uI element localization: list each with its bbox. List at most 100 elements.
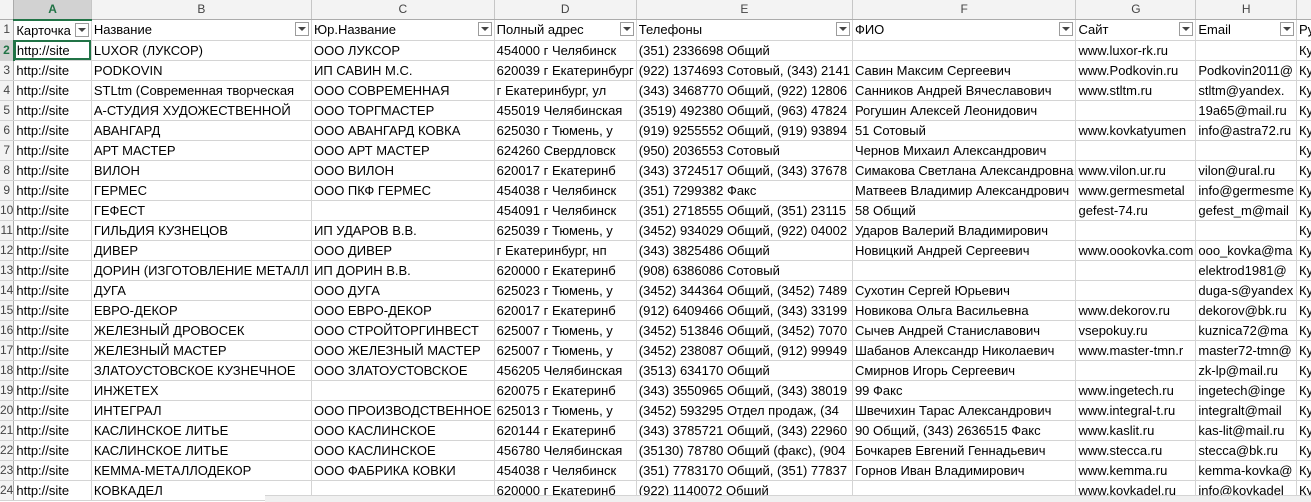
column-header-e[interactable]: E bbox=[636, 0, 853, 20]
cell[interactable]: ООО КАСЛИНСКОЕ bbox=[311, 440, 495, 461]
cell[interactable]: Кузницы, литейные мастерские bbox=[1296, 320, 1311, 341]
cell[interactable]: (3513) 634170 Общий bbox=[636, 360, 853, 381]
cell[interactable]: 454038 г Челябинск bbox=[494, 180, 637, 201]
cell[interactable]: zk-lp@mail.ru bbox=[1195, 360, 1297, 381]
cell[interactable]: ДОРИН (ИЗГОТОВЛЕНИЕ МЕТАЛЛ bbox=[91, 260, 312, 281]
cell[interactable]: 625039 г Тюмень, у bbox=[494, 220, 637, 241]
cell[interactable]: STLtm (Современная творческая bbox=[91, 80, 312, 101]
cell[interactable]: 620075 г Екатеринб bbox=[494, 380, 637, 401]
row-header[interactable]: 14 bbox=[0, 280, 15, 301]
cell[interactable]: 454000 г Челябинск bbox=[494, 40, 637, 61]
cell[interactable]: ИП ДОРИН В.В. bbox=[311, 260, 495, 281]
cell[interactable]: ИП УДАРОВ В.В. bbox=[311, 220, 495, 241]
cell[interactable]: КАСЛИНСКОЕ ЛИТЬЕ bbox=[91, 420, 312, 441]
horizontal-scrollbar[interactable] bbox=[265, 495, 1311, 502]
cell[interactable]: ИНТЕГРАЛ bbox=[91, 400, 312, 421]
cell[interactable]: ООО СОВРЕМЕННАЯ bbox=[311, 80, 495, 101]
cell[interactable]: www.Podkovin.ru bbox=[1075, 60, 1197, 81]
cell[interactable]: Кузницы, литейные мастерские bbox=[1296, 120, 1311, 141]
cell[interactable]: 620017 г Екатеринб bbox=[494, 160, 637, 181]
cell[interactable]: Кузницы, литейные мастерские bbox=[1296, 200, 1311, 221]
cell[interactable] bbox=[1075, 220, 1197, 241]
row-header[interactable]: 19 bbox=[0, 380, 15, 401]
cell[interactable]: 625023 г Тюмень, у bbox=[494, 280, 637, 301]
cell[interactable] bbox=[311, 380, 495, 401]
cell[interactable]: ООО ЗЛАТОУСТОВСКОЕ bbox=[311, 360, 495, 381]
cell[interactable]: АВАНГАРД bbox=[91, 120, 312, 141]
field-header-cell[interactable]: ФИО bbox=[852, 19, 1077, 41]
cell[interactable]: ЖЕЛЕЗНЫЙ МАСТЕР bbox=[91, 340, 312, 361]
cell[interactable]: master72-tmn@ bbox=[1195, 340, 1297, 361]
row-header[interactable]: 9 bbox=[0, 180, 15, 201]
cell[interactable]: www.stltm.ru bbox=[1075, 80, 1197, 101]
cell[interactable]: ООО СТРОЙТОРГИНВЕСТ bbox=[311, 320, 495, 341]
cell[interactable]: (3452) 593295 Отдел продаж, (34 bbox=[636, 400, 853, 421]
cell[interactable]: http://site bbox=[13, 80, 92, 101]
cell[interactable]: ООО ПРОИЗВОДСТВЕННОЕ bbox=[311, 400, 495, 421]
cell[interactable] bbox=[852, 260, 1077, 281]
cell[interactable]: info@germesme bbox=[1195, 180, 1297, 201]
cell[interactable]: ЖЕЛЕЗНЫЙ ДРОВОСЕК bbox=[91, 320, 312, 341]
cell[interactable]: http://site bbox=[13, 60, 92, 81]
cell[interactable]: Кузницы, литейные мастерские bbox=[1296, 340, 1311, 361]
cell[interactable]: Санников Андрей Вячеславович bbox=[852, 80, 1077, 101]
cell[interactable]: ООО АРТ МАСТЕР bbox=[311, 140, 495, 161]
cell[interactable] bbox=[1075, 100, 1197, 121]
row-header[interactable]: 21 bbox=[0, 420, 15, 441]
column-header-i[interactable]: I bbox=[1296, 0, 1311, 20]
row-header[interactable]: 8 bbox=[0, 160, 15, 181]
cell[interactable]: (343) 3468770 Общий, (922) 12806 bbox=[636, 80, 853, 101]
cell[interactable]: kuznica72@ma bbox=[1195, 320, 1297, 341]
cell[interactable]: http://site bbox=[13, 400, 92, 421]
row-header[interactable]: 20 bbox=[0, 400, 15, 421]
cell[interactable] bbox=[1075, 260, 1197, 281]
cell[interactable]: ГЕФЕСТ bbox=[91, 200, 312, 221]
cell[interactable]: http://site bbox=[13, 140, 92, 161]
cell[interactable]: duga-s@yandex bbox=[1195, 280, 1297, 301]
row-header[interactable]: 23 bbox=[0, 460, 15, 481]
cell[interactable]: 625007 г Тюмень, у bbox=[494, 320, 637, 341]
cell[interactable]: ooo_kovka@ma bbox=[1195, 240, 1297, 261]
cell[interactable]: ООО ЕВРО-ДЕКОР bbox=[311, 300, 495, 321]
cell[interactable]: http://site bbox=[13, 100, 92, 121]
cell[interactable]: http://site bbox=[13, 300, 92, 321]
cell[interactable] bbox=[1195, 140, 1297, 161]
cell[interactable]: Podkovin2011@ bbox=[1195, 60, 1297, 81]
cell[interactable]: 625013 г Тюмень, у bbox=[494, 400, 637, 421]
row-header[interactable]: 15 bbox=[0, 300, 15, 321]
cell[interactable]: http://site bbox=[13, 120, 92, 141]
filter-dropdown-icon[interactable] bbox=[74, 22, 89, 37]
row-header[interactable]: 11 bbox=[0, 220, 15, 241]
cell[interactable]: ООО ДИВЕР bbox=[311, 240, 495, 261]
cell[interactable]: Шабанов Александр Николаевич bbox=[852, 340, 1077, 361]
cell[interactable]: (919) 9255552 Общий, (919) 93894 bbox=[636, 120, 853, 141]
cell[interactable]: 90 Общий, (343) 2636515 Факс bbox=[852, 420, 1077, 441]
cell[interactable]: stecca@bk.ru bbox=[1195, 440, 1297, 461]
cell[interactable]: ООО ФАБРИКА КОВКИ bbox=[311, 460, 495, 481]
cell[interactable]: Кузницы, литейные мастерские bbox=[1296, 420, 1311, 441]
cell[interactable]: http://site bbox=[13, 420, 92, 441]
cell[interactable]: http://site bbox=[13, 480, 92, 501]
row-header[interactable]: 24 bbox=[0, 480, 15, 501]
cell[interactable]: vsepokuy.ru bbox=[1075, 320, 1197, 341]
column-header-a[interactable]: A bbox=[13, 0, 92, 21]
field-header-cell[interactable]: Email bbox=[1195, 19, 1297, 41]
cell[interactable]: Новицкий Андрей Сергеевич bbox=[852, 240, 1077, 261]
row-header[interactable]: 7 bbox=[0, 140, 15, 161]
cell[interactable]: (3452) 344364 Общий, (3452) 7489 bbox=[636, 280, 853, 301]
filter-dropdown-icon[interactable] bbox=[294, 22, 309, 36]
cell[interactable]: 455019 Челябинская bbox=[494, 100, 637, 121]
row-header[interactable]: 17 bbox=[0, 340, 15, 361]
cell[interactable]: Швечихин Тарас Александрович bbox=[852, 400, 1077, 421]
cell[interactable]: http://site bbox=[13, 280, 92, 301]
cell[interactable]: Бочкарев Евгений Геннадьевич bbox=[852, 440, 1077, 461]
cell[interactable]: www.integral-t.ru bbox=[1075, 400, 1197, 421]
cell[interactable]: www.luxor-rk.ru bbox=[1075, 40, 1197, 61]
cell[interactable]: 58 Общий bbox=[852, 200, 1077, 221]
cell[interactable]: 624260 Свердловск bbox=[494, 140, 637, 161]
cell[interactable]: ДУГА bbox=[91, 280, 312, 301]
cell[interactable]: (343) 3825486 Общий bbox=[636, 240, 853, 261]
cell[interactable] bbox=[1075, 360, 1197, 381]
cell[interactable]: Кузницы, литейные мастерские bbox=[1296, 460, 1311, 481]
cell[interactable]: (3452) 934029 Общий, (922) 04002 bbox=[636, 220, 853, 241]
